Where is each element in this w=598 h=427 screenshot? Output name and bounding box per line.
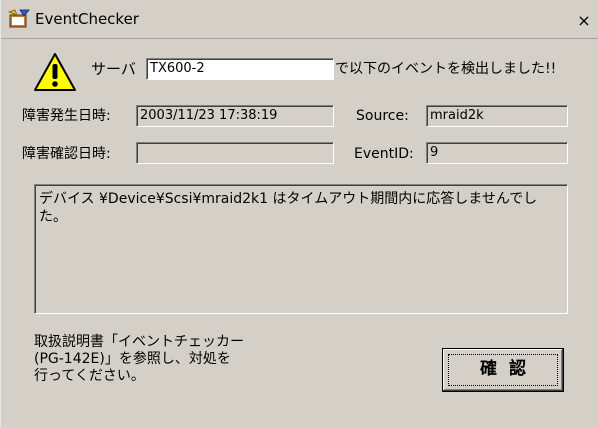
event-message-box[interactable]: デバイス ¥Device¥Scsi¥mraid2k1 はタイムアウト期間内に応答… — [34, 184, 568, 314]
occurred-datetime-field[interactable]: 2003/11/23 17:38:19 — [136, 105, 334, 127]
title-bar[interactable]: EventChecker × — [1, 0, 598, 39]
source-field[interactable]: mraid2k — [426, 105, 568, 127]
confirmed-datetime-label: 障害確認日時: — [22, 146, 111, 162]
server-label: サーバ — [91, 60, 136, 78]
source-label: Source: — [356, 108, 409, 124]
focus-rectangle — [448, 354, 558, 386]
confirm-button[interactable]: 確認 — [442, 348, 564, 392]
close-icon[interactable]: × — [575, 12, 593, 30]
server-detected-text: で以下のイベントを検出しました!! — [335, 61, 557, 77]
manual-reference-note: 取扱説明書「イベントチェッカー (PG-142E)」を参照し、対処を 行ってくだ… — [34, 334, 244, 384]
occurred-datetime-label: 障害発生日時: — [22, 108, 111, 124]
event-checker-app-icon — [8, 9, 30, 28]
confirmed-datetime-field[interactable] — [136, 142, 334, 164]
event-checker-window: EventChecker × サーバ TX600-2 で以下のイベントを検出しま… — [0, 0, 598, 427]
window-title: EventChecker — [35, 10, 139, 28]
server-name-field[interactable]: TX600-2 — [146, 58, 334, 80]
eventid-field[interactable]: 9 — [426, 142, 568, 164]
eventid-label: EventID: — [354, 146, 414, 162]
warning-triangle-icon — [34, 53, 76, 91]
